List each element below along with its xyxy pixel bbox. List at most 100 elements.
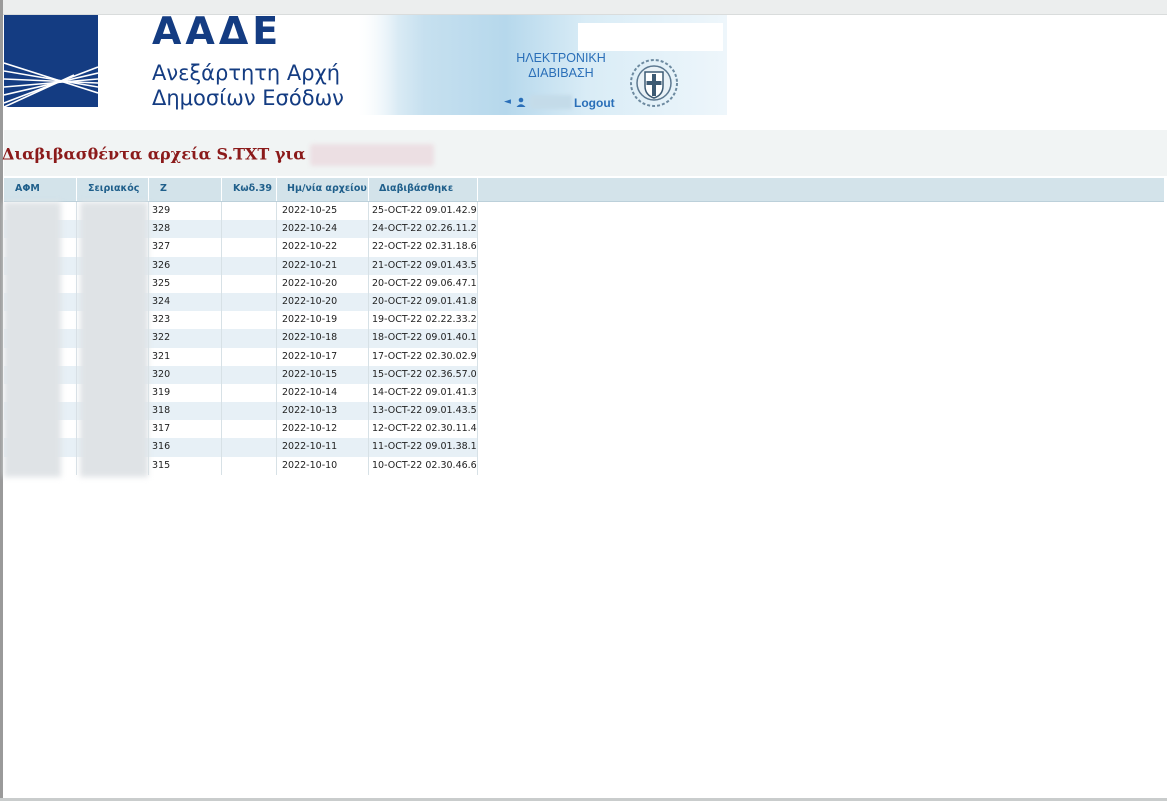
cell-kod39 [222, 220, 277, 239]
banner-fade [358, 15, 398, 115]
column-header-sent[interactable]: Διαβιβάσθηκε [369, 178, 478, 201]
cell-file-date: 2022-10-13 [277, 402, 369, 421]
cell-z: 319 [149, 383, 222, 403]
service-title-line-2: ΔΙΑΒΙΒΑΣΗ [528, 66, 594, 80]
greek-coat-of-arms-icon [630, 59, 678, 107]
serial-column-redacted [80, 202, 148, 477]
aade-logo-mark [4, 15, 98, 107]
cell-sent: 21-OCT-22 09.01.43.54 [369, 256, 478, 275]
cell-kod39 [222, 383, 277, 403]
cell-z: 320 [149, 365, 222, 384]
table-row: 326 2022-10-21 21-OCT-22 09.01.43.54 [4, 256, 478, 275]
table-header-row: ΑΦΜ Σειριακός Ζ Κωδ.39 Ημ/νία αρχείου Δι… [4, 178, 1164, 202]
cell-kod39 [222, 402, 277, 421]
cell-kod39 [222, 420, 277, 439]
column-header-serial[interactable]: Σειριακός [77, 178, 149, 201]
service-banner: ΗΛΕΚΤΡΟΝΙΚΗ ΔΙΑΒΙΒΑΣΗ ◄ Logout [358, 15, 727, 115]
banner-blank-box [578, 23, 723, 51]
cell-sent: 24-OCT-22 02.26.11.25 [369, 220, 478, 239]
cell-sent: 19-OCT-22 02.22.33.28 [369, 311, 478, 330]
cell-file-date: 2022-10-17 [277, 347, 369, 366]
cell-z: 326 [149, 256, 222, 275]
afm-column-redacted [4, 202, 61, 477]
cell-z: 322 [149, 329, 222, 348]
cell-file-date: 2022-10-14 [277, 383, 369, 403]
column-header-afm[interactable]: ΑΦΜ [4, 178, 77, 201]
cell-kod39 [222, 456, 277, 475]
column-header-file-date[interactable]: Ημ/νία αρχείου [277, 178, 369, 201]
cell-z: 316 [149, 438, 222, 457]
cell-kod39 [222, 329, 277, 348]
table-row: 323 2022-10-19 19-OCT-22 02.22.33.28 [4, 311, 478, 330]
aade-logo-lines-icon [4, 62, 98, 107]
cell-z: 321 [149, 347, 222, 366]
cell-z: 325 [149, 274, 222, 293]
cell-file-date: 2022-10-21 [277, 256, 369, 275]
table-row: 316 2022-10-11 11-OCT-22 09.01.38.19 [4, 438, 478, 457]
table-row: 320 2022-10-15 15-OCT-22 02.36.57.05 [4, 365, 478, 384]
cell-kod39 [222, 365, 277, 384]
table-row: 328 2022-10-24 24-OCT-22 02.26.11.25 [4, 220, 478, 239]
table-row: 321 2022-10-17 17-OCT-22 02.30.02.96 [4, 347, 478, 366]
cell-z: 315 [149, 456, 222, 475]
back-arrow-icon[interactable]: ◄ [504, 97, 511, 107]
table-row: 322 2022-10-18 18-OCT-22 09.01.40.11 [4, 329, 478, 348]
taxpayer-name-redacted [309, 144, 434, 166]
cell-file-date: 2022-10-24 [277, 220, 369, 239]
site-header: ΑΑΔΕ Ανεξάρτητη Αρχή Δημοσίων Εσόδων ΗΛΕ… [4, 9, 727, 115]
cell-z: 318 [149, 402, 222, 421]
cell-kod39 [222, 347, 277, 366]
table-row: 315 2022-10-10 10-OCT-22 02.30.46.66 [4, 456, 478, 475]
cell-sent: 15-OCT-22 02.36.57.05 [369, 365, 478, 384]
cell-kod39 [222, 438, 277, 457]
column-header-kod39[interactable]: Κωδ.39 [222, 178, 277, 201]
cell-kod39 [222, 311, 277, 330]
window-left-border [0, 0, 3, 801]
cell-sent: 14-OCT-22 09.01.41.32 [369, 383, 478, 403]
logout-link[interactable]: Logout [574, 96, 615, 110]
user-icon [516, 97, 526, 107]
cell-sent: 25-OCT-22 09.01.42.96 [369, 202, 478, 221]
cell-kod39 [222, 256, 277, 275]
cell-z: 328 [149, 220, 222, 239]
cell-file-date: 2022-10-22 [277, 238, 369, 257]
cell-sent: 20-OCT-22 09.01.41.87 [369, 292, 478, 312]
cell-file-date: 2022-10-20 [277, 274, 369, 293]
table-row: 324 2022-10-20 20-OCT-22 09.01.41.87 [4, 292, 478, 312]
page-title: Διαβιβασθέντα αρχεία S.TXT για [2, 144, 434, 166]
cell-sent: 13-OCT-22 09.01.43.54 [369, 402, 478, 421]
cell-file-date: 2022-10-12 [277, 420, 369, 439]
cell-file-date: 2022-10-18 [277, 329, 369, 348]
cell-sent: 10-OCT-22 02.30.46.66 [369, 456, 478, 475]
cell-z: 327 [149, 238, 222, 257]
cell-sent: 22-OCT-22 02.31.18.65 [369, 238, 478, 257]
logo-line-1: Ανεξάρτητη Αρχή [152, 61, 341, 85]
cell-file-date: 2022-10-20 [277, 292, 369, 312]
cell-sent: 18-OCT-22 09.01.40.11 [369, 329, 478, 348]
cell-sent: 17-OCT-22 02.30.02.96 [369, 347, 478, 366]
files-table-body: 329 2022-10-25 25-OCT-22 09.01.42.96 328 202… [4, 202, 478, 475]
table-row: 329 2022-10-25 25-OCT-22 09.01.42.96 [4, 202, 478, 221]
column-header-z[interactable]: Ζ [149, 178, 222, 201]
cell-z: 323 [149, 311, 222, 330]
service-title-line-1: ΗΛΕΚΤΡΟΝΙΚΗ [516, 51, 606, 65]
table-row: 327 2022-10-22 22-OCT-22 02.31.18.65 [4, 238, 478, 257]
cell-file-date: 2022-10-10 [277, 456, 369, 475]
cell-kod39 [222, 274, 277, 293]
cell-file-date: 2022-10-11 [277, 438, 369, 457]
username-redacted [530, 95, 572, 109]
page-title-text: Διαβιβασθέντα αρχεία S.TXT για [2, 144, 306, 164]
cell-z: 324 [149, 292, 222, 312]
aade-logo-text: ΑΑΔΕ Ανεξάρτητη Αρχή Δημοσίων Εσόδων [150, 9, 370, 115]
logo-acronym: ΑΑΔΕ [152, 9, 283, 53]
cell-file-date: 2022-10-25 [277, 202, 369, 221]
cell-file-date: 2022-10-15 [277, 365, 369, 384]
cell-sent: 11-OCT-22 09.01.38.19 [369, 438, 478, 457]
cell-file-date: 2022-10-19 [277, 311, 369, 330]
cell-sent: 12-OCT-22 02.30.11.43 [369, 420, 478, 439]
cell-z: 317 [149, 420, 222, 439]
cell-kod39 [222, 202, 277, 221]
cell-kod39 [222, 238, 277, 257]
cell-sent: 20-OCT-22 09.06.47.11 [369, 274, 478, 293]
cell-kod39 [222, 292, 277, 312]
